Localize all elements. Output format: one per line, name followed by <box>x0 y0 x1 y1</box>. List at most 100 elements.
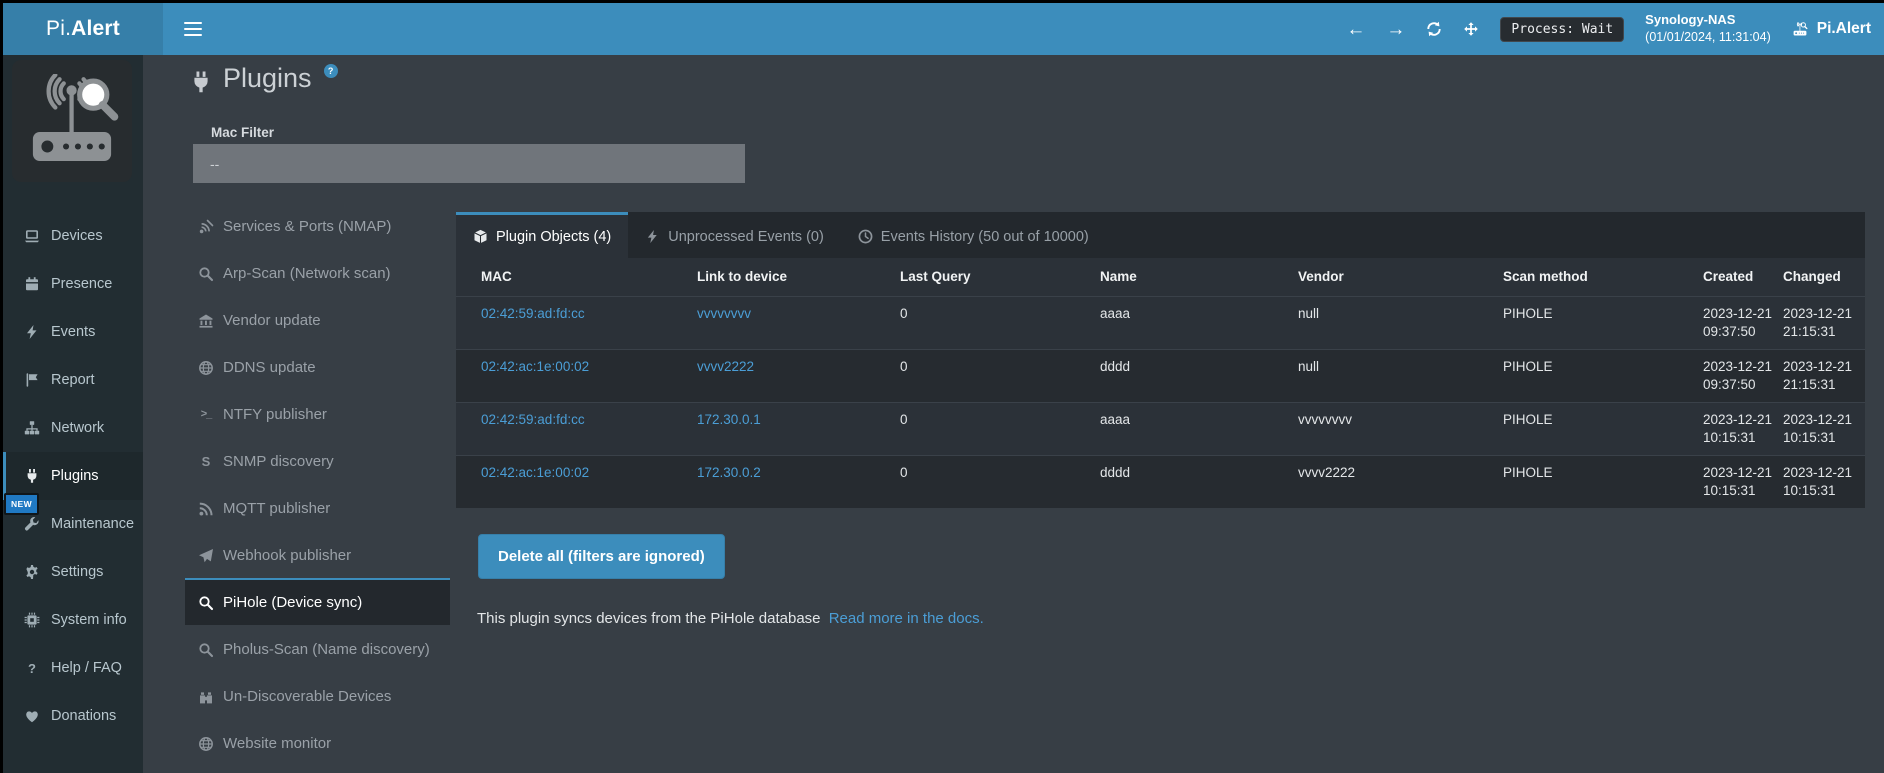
topbar-controls: ← → Process: Wait Synology-NAS (01/01/20… <box>1346 11 1884 47</box>
plugin-nav-item-label: Webhook publisher <box>223 547 351 564</box>
sidebar-item-label: Plugins <box>51 468 99 484</box>
col-header-vendor: Vendor <box>1298 258 1503 296</box>
plugin-nav-item[interactable]: Services & Ports (NMAP) <box>185 202 450 249</box>
sidebar-menu: Devices Presence Events Report Network <box>3 212 143 740</box>
plugin-nav-item-icon <box>198 360 214 376</box>
router-magnifier-icon <box>21 74 123 168</box>
plugin-nav-item-icon <box>198 548 214 564</box>
brand-logo[interactable]: Pi.Alert <box>3 3 163 55</box>
nav-forward-icon[interactable]: → <box>1386 20 1405 39</box>
plugin-nav-item-label: Vendor update <box>223 312 321 329</box>
nav-back-icon[interactable]: ← <box>1346 20 1365 39</box>
col-header-name: Name <box>1100 258 1298 296</box>
delete-all-button[interactable]: Delete all (filters are ignored) <box>478 534 725 579</box>
plugin-nav-item-icon <box>198 595 214 611</box>
sidebar-item-label: Events <box>51 324 95 340</box>
mac-filter-input[interactable] <box>193 144 745 183</box>
plugin-nav-item-icon <box>198 266 214 282</box>
col-header-scan-method: Scan method <box>1503 258 1703 296</box>
device-link[interactable]: vvvv2222 <box>697 359 754 374</box>
sidebar-item-icon <box>24 228 40 244</box>
scan-method-cell: PIHOLE <box>1503 349 1703 402</box>
plugin-nav-item[interactable]: Arp-Scan (Network scan) <box>185 249 450 296</box>
move-icon[interactable] <box>1463 21 1479 37</box>
table-row: 02:42:59:ad:fd:cc vvvvvvvv 0 aaaa null P… <box>456 296 1865 349</box>
page-title-text: Plugins <box>223 64 312 94</box>
changed-cell: 2023-12-21 21:15:31 <box>1783 296 1865 349</box>
sidebar-item[interactable]: Events <box>3 308 143 356</box>
tab[interactable]: Plugin Objects (4) <box>456 212 628 258</box>
sidebar-item[interactable]: System info <box>3 596 143 644</box>
mac-link[interactable]: 02:42:ac:1e:00:02 <box>481 465 589 480</box>
tab[interactable]: Events History (50 out of 10000) <box>841 212 1106 258</box>
sidebar-item[interactable]: ? Help / FAQ <box>3 644 143 692</box>
plugin-nav-item-label: Pholus-Scan (Name discovery) <box>223 641 430 658</box>
sidebar-toggle-icon[interactable] <box>184 22 202 36</box>
sidebar-item-icon <box>24 708 40 724</box>
created-cell: 2023-12-21 10:15:31 <box>1703 402 1783 455</box>
sidebar-item[interactable]: Settings <box>3 548 143 596</box>
sidebar-item[interactable]: Donations <box>3 692 143 740</box>
sidebar-item-icon <box>24 324 40 340</box>
help-badge-icon[interactable]: ? <box>324 64 338 78</box>
sidebar-item-label: Report <box>51 372 95 388</box>
plugin-nav-item-icon <box>198 313 214 329</box>
plugin-description-text: This plugin syncs devices from the PiHol… <box>477 610 821 627</box>
mac-link[interactable]: 02:42:59:ad:fd:cc <box>481 412 585 427</box>
brand-prefix: Pi. <box>46 17 71 41</box>
sidebar-item[interactable]: Report <box>3 356 143 404</box>
sidebar-item[interactable]: Devices <box>3 212 143 260</box>
sidebar-item-icon <box>24 372 40 388</box>
plugin-nav-item[interactable]: Pholus-Scan (Name discovery) <box>185 625 450 672</box>
table-body: 02:42:59:ad:fd:cc vvvvvvvv 0 aaaa null P… <box>456 296 1865 508</box>
sidebar-item-label: Maintenance <box>51 516 134 532</box>
mac-link[interactable]: 02:42:ac:1e:00:02 <box>481 359 589 374</box>
plugin-nav-item[interactable]: Vendor update <box>185 296 450 343</box>
plugin-nav-item[interactable]: MQTT publisher <box>185 484 450 531</box>
plugin-nav-item-icon <box>198 689 214 705</box>
docs-link[interactable]: Read more in the docs. <box>829 610 984 627</box>
vendor-cell: vvvvvvvv <box>1298 402 1503 455</box>
scan-method-cell: PIHOLE <box>1503 402 1703 455</box>
plugin-nav-item[interactable]: S SNMP discovery <box>185 437 450 484</box>
plugin-nav-item-icon <box>198 736 214 752</box>
created-cell: 2023-12-21 09:37:50 <box>1703 349 1783 402</box>
col-header-created: Created <box>1703 258 1783 296</box>
topbar: Pi.Alert ← → Process: Wait Synology-NAS … <box>3 3 1884 55</box>
tab[interactable]: Unprocessed Events (0) <box>628 212 841 258</box>
changed-cell: 2023-12-21 21:15:31 <box>1783 349 1865 402</box>
plugin-nav-item-icon <box>198 642 214 658</box>
router-icon <box>1792 21 1808 37</box>
sidebar: Devices Presence Events Report Network <box>3 55 143 773</box>
plugin-nav-item-icon <box>198 219 214 235</box>
brand-suffix: Alert <box>71 17 120 41</box>
plugin-nav-item-label: Arp-Scan (Network scan) <box>223 265 391 282</box>
device-link[interactable]: vvvvvvvv <box>697 306 751 321</box>
sidebar-item-icon <box>24 564 40 580</box>
sidebar-item-label: Presence <box>51 276 112 292</box>
changed-cell: 2023-12-21 10:15:31 <box>1783 402 1865 455</box>
sidebar-item-label: System info <box>51 612 127 628</box>
app-frame: Pi.Alert ← → Process: Wait Synology-NAS … <box>0 0 1884 773</box>
sidebar-item[interactable]: Presence <box>3 260 143 308</box>
plugin-nav-item[interactable]: Website monitor <box>185 719 450 766</box>
sidebar-item-label: Network <box>51 420 104 436</box>
app-name: Pi.Alert <box>1817 20 1871 38</box>
app-identity: Pi.Alert <box>1792 20 1871 38</box>
device-link[interactable]: 172.30.0.2 <box>697 465 761 480</box>
device-link[interactable]: 172.30.0.1 <box>697 412 761 427</box>
vendor-cell: vvvv2222 <box>1298 455 1503 508</box>
sidebar-item[interactable]: Network <box>3 404 143 452</box>
mac-link[interactable]: 02:42:59:ad:fd:cc <box>481 306 585 321</box>
plugin-pane: Plugin Objects (4) Unprocessed Events (0… <box>456 212 1865 508</box>
plugin-nav-item[interactable]: >_ NTFY publisher <box>185 390 450 437</box>
table-header: MAC Link to device Last Query Name Vendo… <box>456 258 1865 296</box>
refresh-icon[interactable] <box>1426 21 1442 37</box>
plugin-objects-table: MAC Link to device Last Query Name Vendo… <box>456 258 1865 508</box>
plugin-nav-item[interactable]: Webhook publisher <box>185 531 450 578</box>
tab-label: Plugin Objects (4) <box>496 229 611 245</box>
sidebar-item-icon: ? <box>24 660 40 676</box>
plugin-nav-item[interactable]: DDNS update <box>185 343 450 390</box>
plugin-nav-item[interactable]: Un-Discoverable Devices <box>185 672 450 719</box>
plugin-nav-item[interactable]: PiHole (Device sync) <box>185 578 450 625</box>
